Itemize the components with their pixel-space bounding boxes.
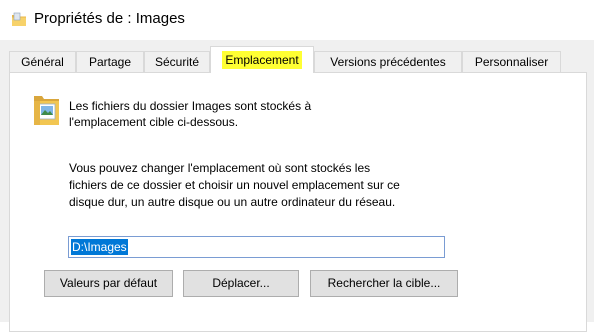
tab-customize[interactable]: Personnaliser: [462, 51, 561, 72]
description-line: disque dur, un autre disque ou un autre …: [69, 195, 396, 209]
tab-label: Général: [21, 55, 64, 69]
button-label: Déplacer...: [212, 276, 270, 290]
folder-pictures-icon: [34, 96, 59, 125]
folder-pictures-icon: [12, 12, 26, 26]
description-line: fichiers de ce dossier et choisir un nou…: [69, 178, 400, 192]
tab-security[interactable]: Sécurité: [144, 51, 210, 72]
info-line: Les fichiers du dossier Images sont stoc…: [69, 99, 312, 113]
tab-label: Emplacement: [222, 51, 302, 69]
tab-location[interactable]: Emplacement: [210, 46, 314, 73]
find-target-button[interactable]: Rechercher la cible...: [310, 270, 458, 297]
restore-default-button[interactable]: Valeurs par défaut: [44, 270, 173, 297]
tab-sharing[interactable]: Partage: [76, 51, 144, 72]
tab-previous-versions[interactable]: Versions précédentes: [314, 51, 462, 72]
tab-label: Personnaliser: [474, 55, 549, 69]
description-line: Vous pouvez changer l'emplacement où son…: [69, 161, 371, 175]
tab-label: Partage: [88, 55, 132, 69]
location-path-input[interactable]: D:\Images: [68, 236, 445, 258]
button-label: Rechercher la cible...: [327, 276, 441, 290]
tab-label: Sécurité: [154, 55, 200, 69]
tab-label: Versions précédentes: [330, 55, 446, 69]
location-description: Vous pouvez changer l'emplacement où son…: [69, 160, 469, 211]
info-line: l'emplacement cible ci-dessous.: [69, 115, 239, 129]
title-bar: Propriétés de : Images: [0, 0, 594, 40]
location-info-text: Les fichiers du dossier Images sont stoc…: [69, 98, 389, 130]
button-label: Valeurs par défaut: [59, 276, 158, 290]
move-button[interactable]: Déplacer...: [183, 270, 299, 297]
tab-general[interactable]: Général: [9, 51, 76, 72]
path-selected-text: D:\Images: [71, 239, 128, 255]
window-title: Propriétés de : Images: [34, 10, 185, 27]
